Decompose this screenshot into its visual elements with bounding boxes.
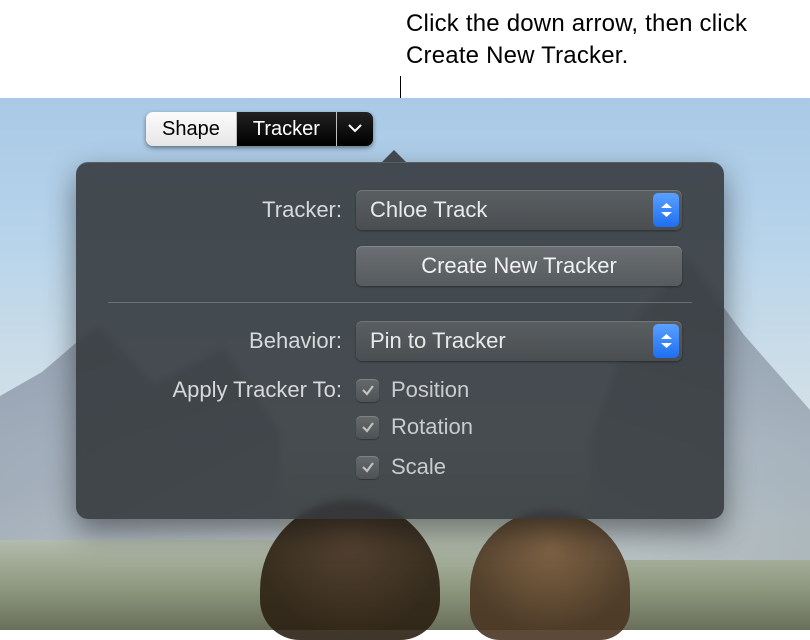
scale-checkbox[interactable] <box>356 456 379 479</box>
rotation-checkbox-label: Rotation <box>391 414 473 440</box>
stepper-arrows-icon <box>653 324 679 358</box>
chevron-down-icon <box>348 120 362 138</box>
segment-tracker[interactable]: Tracker <box>237 112 337 146</box>
tracker-popover: Tracker: Chloe Track Create New Tracker … <box>76 162 724 519</box>
divider <box>108 302 692 303</box>
scale-checkbox-label: Scale <box>391 454 446 480</box>
apply-tracker-to-label: Apply Tracker To: <box>108 377 356 403</box>
segment-shape[interactable]: Shape <box>146 112 237 146</box>
tracker-select-value: Chloe Track <box>370 197 487 223</box>
position-checkbox[interactable] <box>356 379 379 402</box>
tracker-field-label: Tracker: <box>108 197 356 223</box>
instruction-caption: Click the down arrow, then click Create … <box>406 8 786 73</box>
behavior-select[interactable]: Pin to Tracker <box>356 321 682 361</box>
behavior-select-value: Pin to Tracker <box>370 328 506 354</box>
stepper-arrows-icon <box>653 193 679 227</box>
segment-dropdown-arrow[interactable] <box>337 112 373 146</box>
mode-segmented-control: Shape Tracker <box>146 112 373 146</box>
rotation-checkbox[interactable] <box>356 416 379 439</box>
create-new-tracker-button[interactable]: Create New Tracker <box>356 246 682 286</box>
position-checkbox-label: Position <box>391 377 469 403</box>
behavior-field-label: Behavior: <box>108 328 356 354</box>
tracker-select[interactable]: Chloe Track <box>356 190 682 230</box>
